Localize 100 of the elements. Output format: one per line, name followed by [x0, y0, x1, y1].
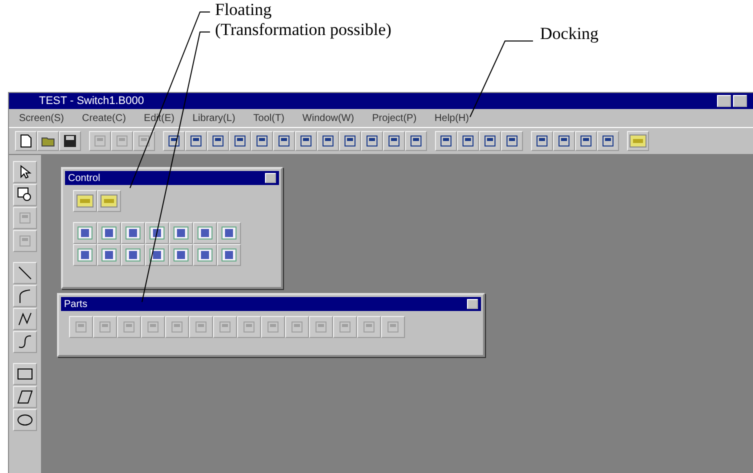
toolbar-button[interactable]	[531, 131, 553, 151]
panel-icon	[76, 194, 94, 208]
square-icon	[535, 134, 549, 148]
menu-item[interactable]: Window(W)	[300, 112, 356, 124]
callout-label: (Transformation possible)	[215, 20, 392, 40]
square-icon	[255, 134, 269, 148]
widget-icon	[221, 248, 237, 262]
square-icon	[365, 134, 379, 148]
toolbar-button[interactable]	[15, 131, 37, 151]
toolbar-button[interactable]	[479, 131, 501, 151]
menu-item[interactable]: Create(C)	[80, 112, 128, 124]
toolbar-button[interactable]	[501, 131, 523, 151]
tool-button[interactable]	[13, 285, 37, 307]
parallelogram-icon	[17, 389, 33, 405]
toolbar-button[interactable]	[133, 131, 155, 151]
square-icon	[218, 320, 232, 334]
square-icon	[579, 134, 593, 148]
square-icon	[211, 134, 225, 148]
panel-icon	[629, 134, 647, 148]
callout-label: Docking	[540, 24, 599, 44]
panel-icon	[100, 194, 118, 208]
toolbar-button[interactable]	[317, 131, 339, 151]
square-icon	[137, 134, 151, 148]
widget-icon	[125, 226, 141, 240]
toolbar-button[interactable]	[273, 131, 295, 151]
toolbar-button[interactable]	[435, 131, 457, 151]
square-icon	[93, 134, 107, 148]
toolbar-button[interactable]	[339, 131, 361, 151]
tool-button[interactable]	[13, 363, 37, 385]
widget-icon	[197, 248, 213, 262]
pointer-icon	[18, 165, 32, 179]
tool-button[interactable]	[13, 161, 37, 183]
widget-icon	[101, 248, 117, 262]
menu-item[interactable]: Screen(S)	[17, 112, 66, 124]
widget-icon	[101, 226, 117, 240]
toolbar-button[interactable]	[295, 131, 317, 151]
square-icon	[409, 134, 423, 148]
arc-icon	[17, 288, 33, 304]
tool-button[interactable]	[13, 184, 37, 206]
square-icon	[362, 320, 376, 334]
square-icon	[115, 134, 129, 148]
tool-button[interactable]	[13, 308, 37, 330]
square-icon	[146, 320, 160, 334]
square-icon	[387, 134, 401, 148]
toolbar-button[interactable]	[59, 131, 81, 151]
widget-icon	[77, 226, 93, 240]
square-icon	[314, 320, 328, 334]
square-icon	[242, 320, 256, 334]
toolbar-button[interactable]	[575, 131, 597, 151]
toolbar-button[interactable]	[361, 131, 383, 151]
widget-icon	[149, 248, 165, 262]
tool-button[interactable]	[13, 262, 37, 284]
toolbar-button[interactable]	[37, 131, 59, 151]
tool-button[interactable]	[13, 409, 37, 431]
square-icon	[557, 134, 571, 148]
toolbar-button[interactable]	[553, 131, 575, 151]
palette-title: Parts	[64, 298, 88, 310]
square-icon	[299, 134, 313, 148]
callout-label: Floating	[215, 0, 272, 20]
tool-button[interactable]	[13, 386, 37, 408]
palette-button[interactable]	[145, 222, 169, 244]
toolbar-button[interactable]	[163, 131, 185, 151]
square-icon	[266, 320, 280, 334]
menu-item[interactable]: Project(P)	[370, 112, 419, 124]
menu-item[interactable]: Tool(T)	[251, 112, 286, 124]
square-icon	[338, 320, 352, 334]
toolbar-button[interactable]	[383, 131, 405, 151]
window-title: TEST - Switch1.B000	[39, 95, 144, 107]
square-icon	[233, 134, 247, 148]
square-icon	[386, 320, 400, 334]
widget-icon	[173, 226, 189, 240]
toolbar-button[interactable]	[185, 131, 207, 151]
menu-item[interactable]: Library(L)	[190, 112, 238, 124]
square-icon	[321, 134, 335, 148]
widget-icon	[221, 226, 237, 240]
toolbar-button[interactable]	[207, 131, 229, 151]
toolbar-button[interactable]	[229, 131, 251, 151]
widget-icon	[125, 248, 141, 262]
square-icon	[122, 320, 136, 334]
square-icon	[461, 134, 475, 148]
menu-item[interactable]: Help(H)	[432, 112, 471, 124]
palette-button[interactable]	[145, 244, 169, 266]
toolbar-button[interactable]	[405, 131, 427, 151]
square-icon	[277, 134, 291, 148]
line-icon	[17, 265, 33, 281]
widget-icon	[77, 248, 93, 262]
square-icon	[18, 234, 32, 248]
ellipse-icon	[17, 414, 33, 426]
toolbar-button[interactable]	[251, 131, 273, 151]
square-icon	[74, 320, 88, 334]
square-icon	[194, 320, 208, 334]
toolbar-button[interactable]	[597, 131, 619, 151]
square-icon	[439, 134, 453, 148]
square-icon	[505, 134, 519, 148]
widget-icon	[197, 226, 213, 240]
polyline-icon	[17, 311, 33, 327]
square-icon	[167, 134, 181, 148]
toolbar-button[interactable]	[457, 131, 479, 151]
square-icon	[601, 134, 615, 148]
tool-button[interactable]	[13, 331, 37, 353]
